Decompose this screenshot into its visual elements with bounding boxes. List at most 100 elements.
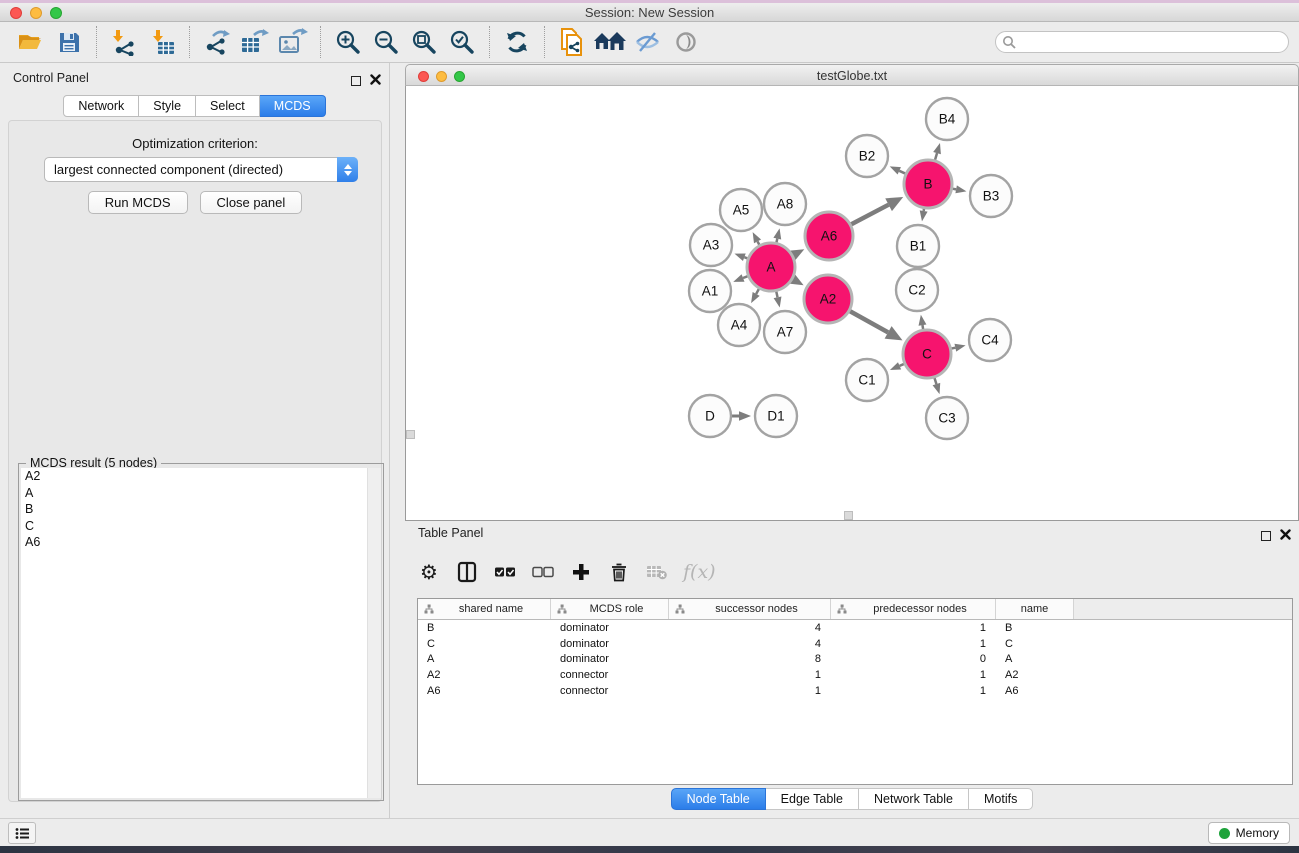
cell-predecessor_nodes: 1 (831, 685, 996, 697)
tab-style[interactable]: Style (139, 95, 196, 117)
apply-layout-icon[interactable] (498, 24, 536, 60)
clone-network-icon[interactable] (553, 24, 591, 60)
edge-arrowhead (734, 253, 745, 261)
edge-A-A8[interactable] (776, 239, 777, 243)
cell-successor_nodes: 4 (669, 622, 831, 634)
edge-C-C4[interactable] (951, 348, 955, 349)
import-table-icon[interactable] (143, 24, 181, 60)
cell-name: B (996, 622, 1074, 634)
node-label-C3: C3 (938, 411, 955, 426)
float-panel-icon[interactable] (351, 76, 361, 86)
close-table-panel-icon[interactable] (1280, 527, 1291, 545)
network-canvas[interactable]: B4B2BB3A8A5A6A3B1AC2A1A2A4A7C4CC1DD1C3 (405, 86, 1299, 521)
node-label-B3: B3 (983, 189, 1000, 204)
float-table-panel-icon[interactable] (1261, 531, 1271, 541)
tab-edge-table[interactable]: Edge Table (766, 788, 859, 810)
edge-A6-B[interactable] (851, 205, 888, 225)
column-header-name[interactable]: name (996, 599, 1074, 619)
export-image-icon[interactable] (274, 24, 312, 60)
result-item[interactable]: B (21, 501, 367, 518)
node-label-A3: A3 (703, 238, 720, 253)
edge-A-A3[interactable] (744, 257, 747, 258)
save-session-icon[interactable] (50, 24, 88, 60)
column-header-successor-nodes[interactable]: successor nodes (669, 599, 831, 619)
result-scrollbar[interactable] (367, 468, 381, 798)
table-row[interactable]: A6connector11A6 (418, 683, 1292, 699)
node-label-C1: C1 (858, 373, 875, 388)
edge-A-A4[interactable] (756, 289, 759, 294)
namespace-icon (424, 604, 434, 614)
open-session-icon[interactable] (12, 24, 50, 60)
tab-network-table[interactable]: Network Table (859, 788, 969, 810)
memory-button[interactable]: Memory (1208, 822, 1290, 844)
vertical-scroll-thumb[interactable] (406, 430, 415, 439)
task-history-button[interactable] (8, 822, 36, 844)
toolbar-separator (189, 26, 190, 58)
optimization-criterion-label: Optimization criterion: (9, 136, 381, 151)
node-label-A2: A2 (820, 292, 837, 307)
cell-shared_name: A6 (418, 685, 551, 697)
zoom-in-icon[interactable] (329, 24, 367, 60)
search-input[interactable] (995, 31, 1289, 53)
node-table[interactable]: shared nameMCDS rolesuccessor nodesprede… (417, 598, 1293, 785)
table-row[interactable]: Bdominator41B (418, 620, 1292, 636)
result-item[interactable]: A (21, 485, 367, 502)
control-panel-tabs: NetworkStyleSelectMCDS (0, 95, 389, 117)
result-item[interactable]: A2 (21, 468, 367, 485)
column-header-predecessor-nodes[interactable]: predecessor nodes (831, 599, 996, 619)
cell-shared_name: A (418, 653, 551, 665)
edge-C-C2[interactable] (922, 325, 923, 329)
run-mcds-button[interactable]: Run MCDS (88, 191, 188, 214)
tab-network[interactable]: Network (63, 95, 139, 117)
criterion-dropdown[interactable]: largest connected component (directed) (44, 157, 358, 182)
edge-B-B2[interactable] (899, 171, 905, 174)
tab-select[interactable]: Select (196, 95, 260, 117)
edge-A2-C[interactable] (850, 311, 888, 332)
horizontal-scroll-thumb[interactable] (844, 511, 853, 520)
edge-A-A1[interactable] (743, 276, 748, 278)
edge-B-B4[interactable] (935, 153, 937, 160)
tab-motifs[interactable]: Motifs (969, 788, 1033, 810)
edge-arrowhead (733, 274, 744, 282)
add-column-icon[interactable] (569, 557, 593, 587)
delete-column-trash-icon[interactable] (607, 557, 631, 587)
columns-icon[interactable] (455, 557, 479, 587)
tab-node-table[interactable]: Node Table (671, 788, 766, 810)
desktop-strip-bottom (0, 846, 1299, 853)
close-panel-button[interactable]: Close panel (200, 191, 303, 214)
edge-A-A5[interactable] (758, 241, 760, 244)
show-graphics-eye-icon[interactable] (667, 24, 705, 60)
edge-C-C1[interactable] (900, 364, 904, 366)
zoom-selected-icon[interactable] (443, 24, 481, 60)
import-network-icon[interactable] (105, 24, 143, 60)
home-view-icon[interactable] (591, 24, 629, 60)
table-row[interactable]: A2connector11A2 (418, 667, 1292, 683)
column-header-shared-name[interactable]: shared name (418, 599, 551, 619)
column-header-MCDS-role[interactable]: MCDS role (551, 599, 669, 619)
edge-A-A7[interactable] (776, 291, 777, 297)
table-settings-gear-icon[interactable]: ⚙ (417, 557, 441, 587)
node-label-A4: A4 (731, 318, 748, 333)
edge-B-B3[interactable] (953, 189, 957, 190)
result-item[interactable]: A6 (21, 534, 367, 551)
export-network-icon[interactable] (198, 24, 236, 60)
network-graph[interactable]: B4B2BB3A8A5A6A3B1AC2A1A2A4A7C4CC1DD1C3 (406, 86, 1298, 519)
table-row[interactable]: Cdominator41C (418, 636, 1292, 652)
mcds-result-list[interactable]: A2ABCA6 (21, 468, 367, 798)
table-row[interactable]: Adominator80A (418, 651, 1292, 667)
namespace-icon (675, 604, 685, 614)
deselect-all-icon[interactable] (531, 557, 555, 587)
edge-arrowhead (919, 315, 927, 326)
result-item[interactable]: C (21, 518, 367, 535)
edge-C-C3[interactable] (934, 378, 936, 384)
hide-panel-eye-icon[interactable] (629, 24, 667, 60)
close-panel-icon[interactable] (370, 72, 381, 90)
edge-arrowhead (751, 292, 760, 303)
zoom-out-icon[interactable] (367, 24, 405, 60)
node-label-B4: B4 (939, 112, 956, 127)
toolbar-separator (489, 26, 490, 58)
zoom-fit-icon[interactable] (405, 24, 443, 60)
export-table-icon[interactable] (236, 24, 274, 60)
tab-mcds[interactable]: MCDS (260, 95, 326, 117)
select-all-icon[interactable] (493, 557, 517, 587)
